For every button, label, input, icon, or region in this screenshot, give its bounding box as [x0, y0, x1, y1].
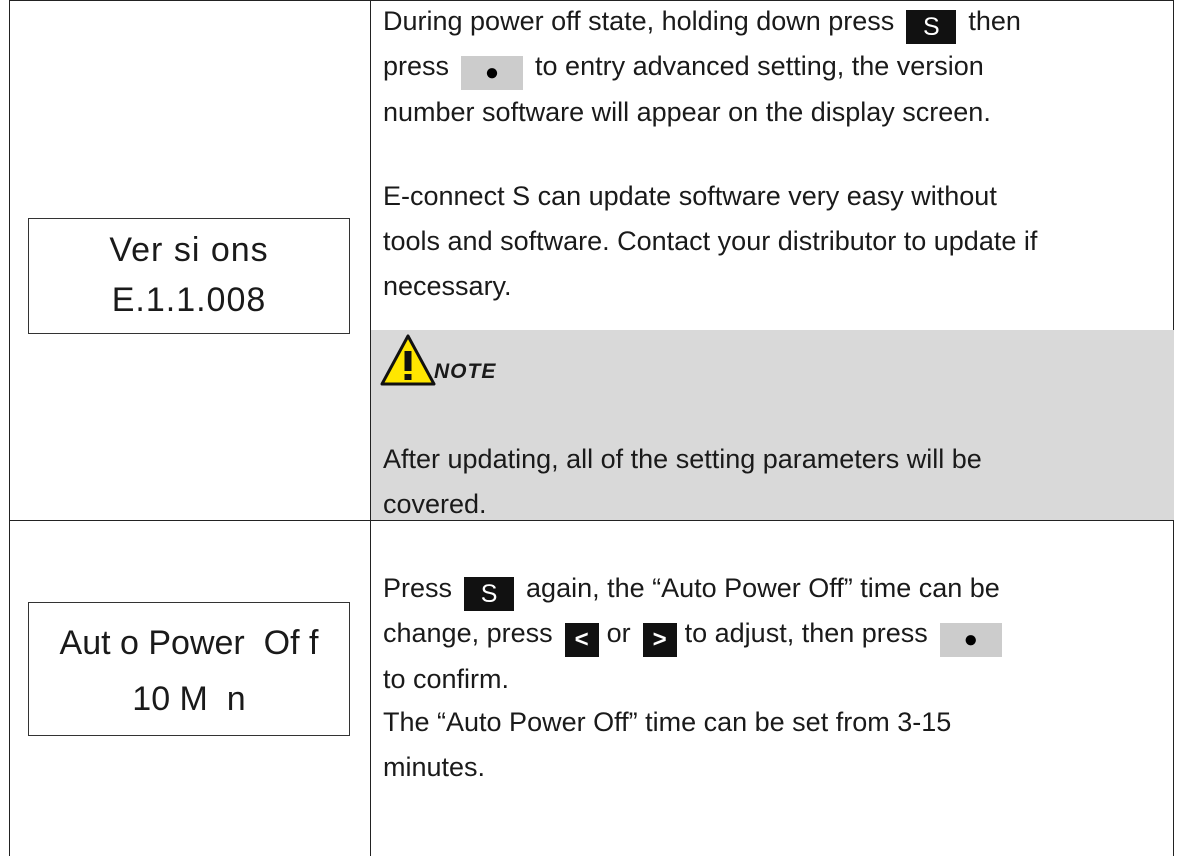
- warning-icon: [380, 334, 436, 386]
- auto-power-off-instructions: Press Sagain, the “Auto Power Off” time c…: [383, 566, 1014, 702]
- s-key-icon: S: [464, 577, 515, 611]
- right-key-icon: >: [642, 623, 677, 657]
- lcd-line-2: E.1.1.008: [111, 281, 267, 319]
- text-line: minutes.: [383, 752, 486, 782]
- auto-power-off-range: The “Auto Power Off” time can be set fro…: [383, 700, 951, 790]
- versions-instructions: During power off state, holding down pre…: [383, 0, 1021, 135]
- text-line: press ● to entry advanced setting, the ver…: [383, 44, 1021, 90]
- text-line: covered.: [383, 489, 487, 519]
- lcd-display-auto-power-off: Aut o Power Of f 10 M n: [28, 602, 350, 736]
- note-label: NOTE: [434, 360, 497, 383]
- lcd-display-versions: Ver si ons E.1.1.008: [28, 218, 350, 334]
- text-segment: During power off state, holding down pre…: [383, 6, 895, 36]
- text-segment: Press: [383, 573, 453, 603]
- text-segment: then: [968, 6, 1021, 36]
- lcd-line-1: Ver si ons: [109, 231, 269, 269]
- text-line: necessary.: [383, 271, 512, 301]
- text-segment: again, the “Auto Power Off” time can be: [526, 573, 1000, 603]
- text-line: After updating, all of the setting param…: [383, 444, 982, 474]
- text-segment: to entry advanced setting, the version: [535, 51, 984, 81]
- lcd-line-1: Aut o Power Of f: [59, 624, 319, 662]
- text-line: During power off state, holding down pre…: [383, 0, 1021, 44]
- text-segment: change, press: [383, 618, 553, 648]
- text-line: The “Auto Power Off” time can be set fro…: [383, 707, 952, 737]
- text-segment: to adjust, then press: [684, 618, 928, 648]
- left-key-icon: <: [564, 623, 599, 657]
- text-line: number software will appear on the displ…: [383, 97, 991, 127]
- note-text: After updating, all of the setting param…: [383, 437, 982, 527]
- update-info: E-connect S can update software very eas…: [383, 174, 1037, 309]
- text-line: E-connect S can update software very eas…: [383, 181, 997, 211]
- text-line: Press Sagain, the “Auto Power Off” time c…: [383, 566, 1014, 611]
- ok-key-icon: ●: [939, 623, 1002, 657]
- s-key-icon: S: [906, 10, 957, 44]
- text-segment: or: [606, 618, 631, 648]
- text-line: to confirm.: [383, 664, 510, 694]
- ok-key-icon: ●: [461, 56, 524, 90]
- text-line: change, press < or > to adjust, then press ●: [383, 611, 1014, 657]
- lcd-line-2: 10 M n: [132, 680, 246, 718]
- text-line: tools and software. Contact your distrib…: [383, 226, 1038, 256]
- text-segment: press: [383, 51, 450, 81]
